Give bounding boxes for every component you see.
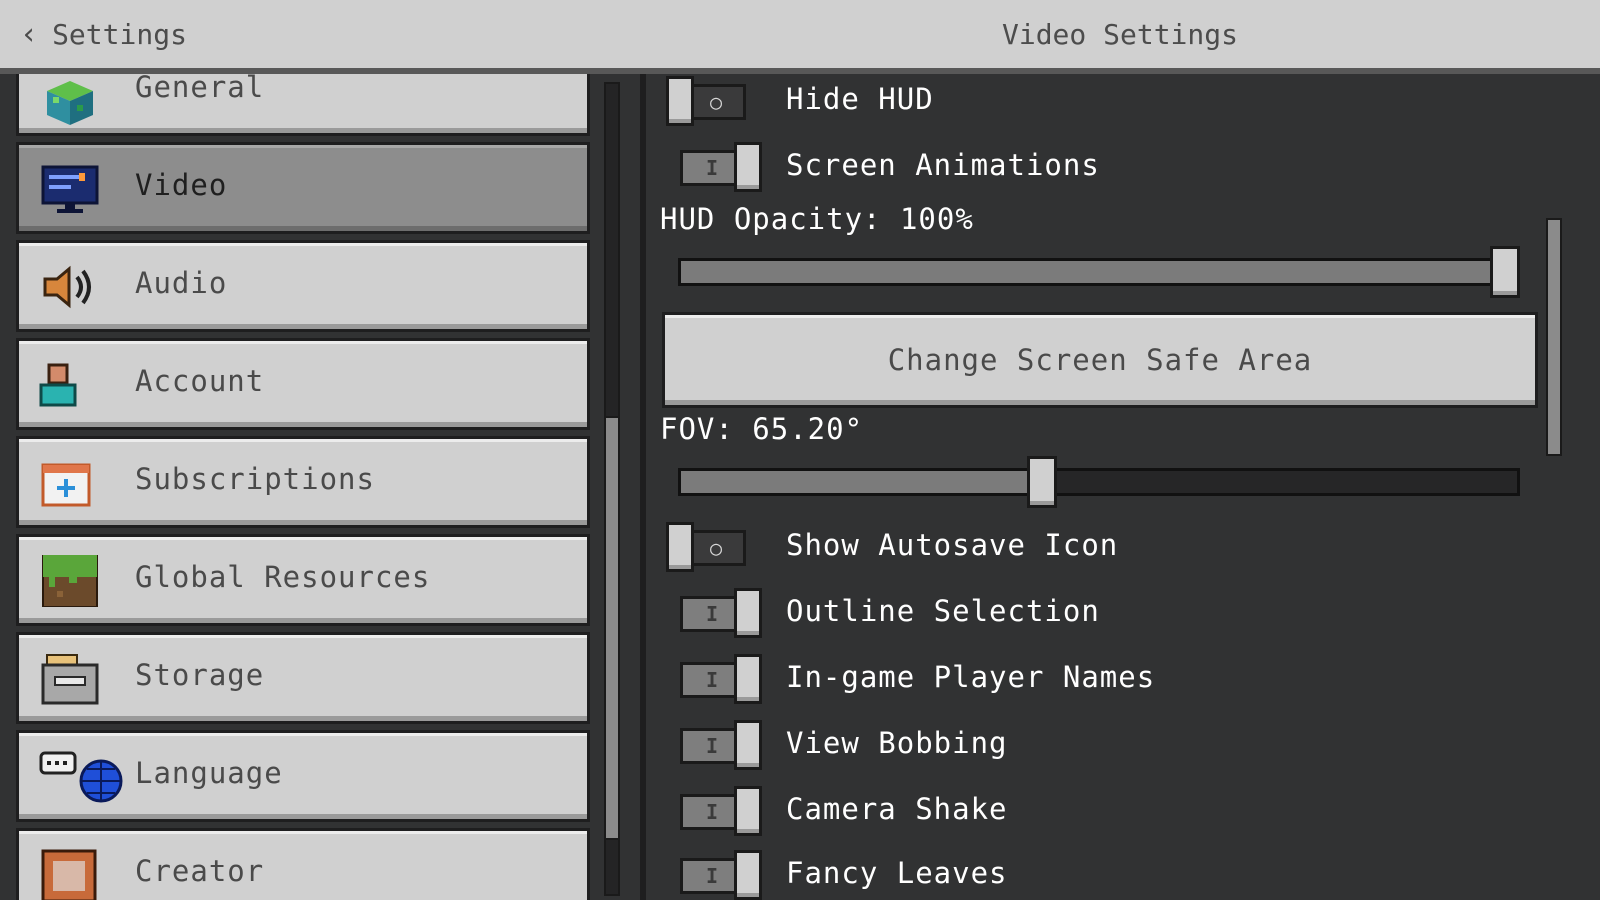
globe-chat-icon	[39, 751, 123, 803]
settings-scrollbar-thumb[interactable]	[1546, 218, 1562, 456]
sidebar-item-account[interactable]: Account	[16, 338, 590, 430]
speaker-icon	[43, 265, 91, 309]
sidebar-item-label: Account	[135, 364, 265, 398]
hide-hud-toggle[interactable]: ○	[666, 76, 750, 126]
sidebar-item-label: Language	[135, 756, 283, 790]
player-names-toggle[interactable]: I	[680, 654, 764, 704]
slider-thumb[interactable]	[1027, 456, 1057, 508]
toggle-knob	[666, 76, 694, 126]
sidebar-item-video[interactable]: Video	[16, 142, 590, 234]
outline-selection-label: Outline Selection	[786, 594, 1100, 628]
sidebar-scrollbar-thumb[interactable]	[604, 416, 620, 840]
sidebar-item-label: Audio	[135, 266, 228, 300]
camera-shake-label: Camera Shake	[786, 792, 1008, 826]
storage-box-icon	[41, 654, 99, 705]
toggle-knob	[734, 588, 762, 638]
fancy-leaves-toggle[interactable]: I	[680, 850, 764, 900]
hide-hud-label: Hide HUD	[786, 82, 934, 116]
player-names-label: In-game Player Names	[786, 660, 1156, 694]
toggle-knob	[734, 850, 762, 900]
hud-opacity-label: HUD Opacity: 100%	[660, 202, 974, 236]
toggle-knob	[666, 522, 694, 572]
camera-shake-toggle[interactable]: I	[680, 786, 764, 836]
show-autosave-icon-toggle[interactable]: ○	[666, 522, 750, 572]
sidebar-item-label: Global Resources	[135, 560, 431, 594]
sidebar-item-storage[interactable]: Storage	[16, 632, 590, 724]
chevron-left-icon: ‹	[20, 16, 39, 52]
toggle-on-icon: I	[706, 734, 719, 758]
toggle-knob	[734, 786, 762, 836]
toggle-knob	[734, 654, 762, 704]
back-label: Settings	[52, 17, 187, 51]
grass-block-icon	[42, 555, 98, 607]
video-settings-panel: ○ Hide HUD I Screen Animations HUD Opaci…	[640, 74, 1600, 900]
change-safe-area-button[interactable]: Change Screen Safe Area	[662, 312, 1538, 408]
cube-icon	[47, 81, 93, 125]
sidebar-item-audio[interactable]: Audio	[16, 240, 590, 332]
settings-sidebar: General Video Audio Account Subscription…	[0, 74, 640, 900]
sidebar-item-label: Creator	[135, 854, 265, 888]
sidebar-item-label: Storage	[135, 658, 265, 692]
back-button[interactable]: ‹ Settings	[20, 12, 187, 56]
fov-label: FOV: 65.20°	[660, 412, 864, 446]
sidebar-item-label: Subscriptions	[135, 462, 375, 496]
toggle-on-icon: I	[706, 602, 719, 626]
screen-animations-toggle[interactable]: I	[680, 142, 764, 192]
toggle-on-icon: I	[706, 800, 719, 824]
sidebar-item-label: Video	[135, 168, 228, 202]
toggle-on-icon: I	[706, 668, 719, 692]
toggle-knob	[734, 142, 762, 192]
view-bobbing-label: View Bobbing	[786, 726, 1008, 760]
fancy-leaves-label: Fancy Leaves	[786, 856, 1008, 890]
sidebar-item-subscriptions[interactable]: Subscriptions	[16, 436, 590, 528]
toggle-off-icon: ○	[710, 90, 723, 114]
slider-fill	[681, 471, 1042, 493]
calendar-plus-icon	[41, 463, 91, 507]
slider-thumb[interactable]	[1490, 246, 1520, 298]
sidebar-item-global-resources[interactable]: Global Resources	[16, 534, 590, 626]
hud-opacity-slider[interactable]	[678, 246, 1522, 298]
creator-icon	[41, 849, 97, 900]
sidebar-item-creator[interactable]: Creator	[16, 828, 590, 900]
account-icon	[39, 363, 77, 407]
screen-animations-label: Screen Animations	[786, 148, 1100, 182]
monitor-icon	[41, 165, 99, 213]
header-bar: ‹ Settings Video Settings	[0, 0, 1600, 74]
sidebar-item-label: General	[135, 74, 265, 104]
page-title: Video Settings	[1001, 17, 1238, 51]
fov-slider[interactable]	[678, 456, 1522, 508]
toggle-off-icon: ○	[710, 536, 723, 560]
toggle-on-icon: I	[706, 156, 719, 180]
outline-selection-toggle[interactable]: I	[680, 588, 764, 638]
slider-fill	[681, 261, 1505, 283]
toggle-knob	[734, 720, 762, 770]
sidebar-item-general[interactable]: General	[16, 74, 590, 136]
sidebar-item-language[interactable]: Language	[16, 730, 590, 822]
show-autosave-icon-label: Show Autosave Icon	[786, 528, 1119, 562]
toggle-on-icon: I	[706, 864, 719, 888]
view-bobbing-toggle[interactable]: I	[680, 720, 764, 770]
